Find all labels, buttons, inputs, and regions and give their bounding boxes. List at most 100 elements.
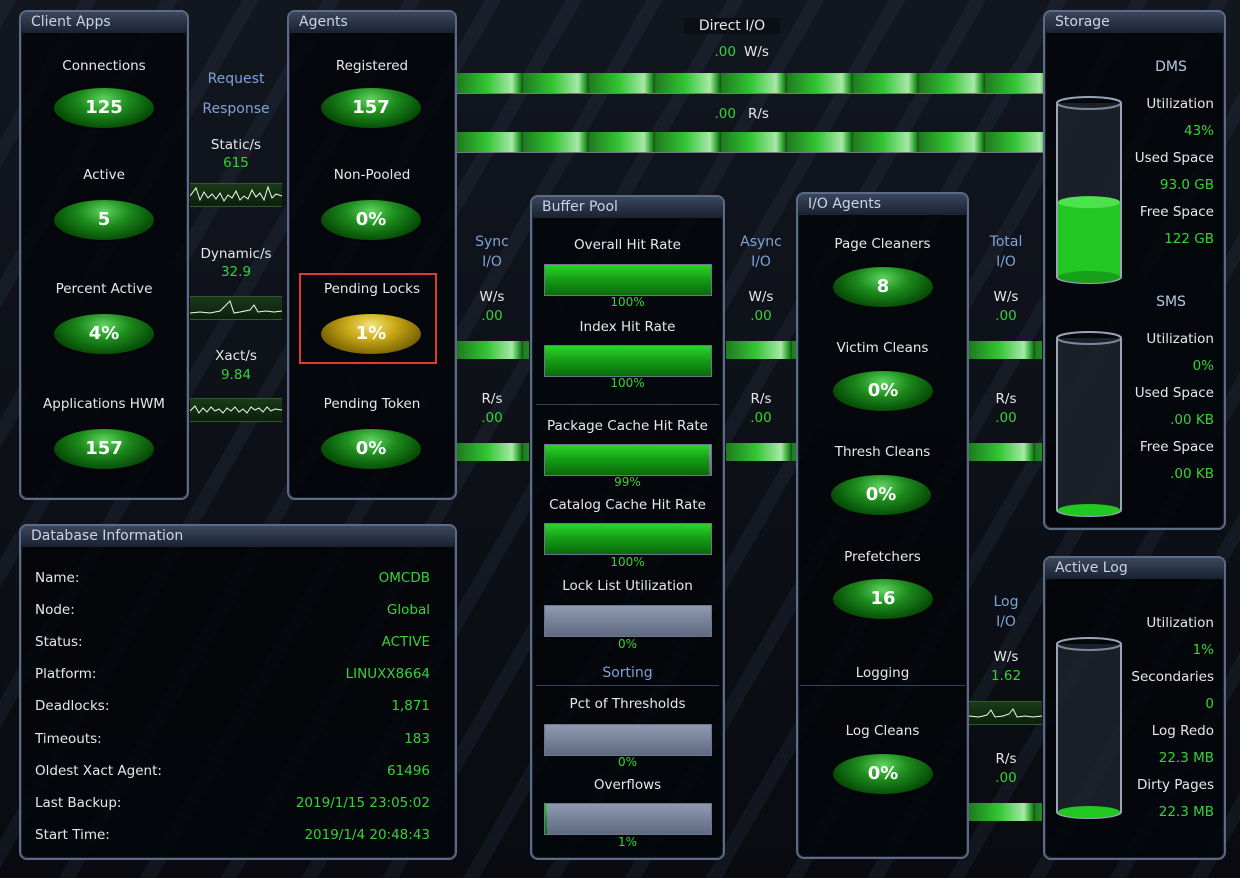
direct-io-write-value: .00: [714, 44, 736, 60]
active-value[interactable]: 5: [54, 200, 154, 240]
sync-io-write-label: W/s: [479, 289, 505, 305]
client-apps-title: Client Apps: [21, 12, 187, 33]
log-io-read-value: .00: [995, 770, 1017, 786]
log-cleans-label: Log Cleans: [845, 723, 920, 739]
percent-active-value[interactable]: 4%: [54, 314, 154, 354]
db-row-value: 1,871: [391, 698, 430, 714]
dms-free-label: Free Space: [1139, 204, 1214, 220]
async-io-read-label: R/s: [750, 391, 772, 407]
static-sparkline: [190, 183, 282, 207]
active-log-util-value: 1%: [1192, 642, 1214, 658]
active-log-title: Active Log: [1045, 558, 1224, 579]
sms-util-value: 0%: [1192, 358, 1214, 374]
total-io-read-pipe: [969, 443, 1042, 461]
victim-cleans-label: Victim Cleans: [836, 340, 929, 356]
direct-io-write-unit: W/s: [744, 44, 769, 60]
direct-io-read-pipe: [457, 132, 1043, 152]
db-row-label: Start Time:: [35, 827, 110, 843]
direct-io-read-line: [457, 152, 1043, 153]
log-io-label1: Log: [993, 594, 1019, 610]
thresh-cleans-value[interactable]: 0%: [831, 475, 931, 515]
dynamic-sparkline: [190, 296, 282, 320]
dms-label: DMS: [1155, 59, 1187, 75]
total-io-write-pipe: [969, 341, 1042, 359]
dirty-pages-label: Dirty Pages: [1137, 777, 1214, 793]
dms-cylinder: [1056, 96, 1122, 284]
dynamic-value: 32.9: [220, 264, 252, 280]
db-info-panel: Database Information Name: OMCDB Node: G…: [19, 524, 457, 860]
buffer-pool-sep2: [536, 685, 719, 686]
overall-hit-bar: [544, 264, 712, 296]
log-redo-label: Log Redo: [1151, 723, 1214, 739]
db-row-label: Timeouts:: [35, 731, 102, 747]
db-row-label: Status:: [35, 634, 83, 650]
nonpooled-label: Non-Pooled: [333, 167, 411, 183]
db-row-value: 2019/1/15 23:05:02: [295, 795, 430, 811]
static-label: Static/s: [210, 137, 262, 153]
db-row-label: Last Backup:: [35, 795, 122, 811]
db-row-label: Name:: [35, 570, 80, 586]
total-io-label2: I/O: [996, 254, 1016, 270]
db-row-value: OMCDB: [378, 570, 430, 586]
sync-io-read-value: .00: [481, 410, 503, 426]
direct-io-write-line: [457, 93, 1043, 94]
index-hit-label: Index Hit Rate: [579, 319, 676, 335]
log-io-sparkline: [969, 701, 1042, 725]
storage-panel: Storage DMS Utilization 43% Used Space 9…: [1043, 10, 1226, 530]
buffer-pool-panel: Buffer Pool Overall Hit Rate 100% Index …: [530, 195, 725, 860]
connections-value[interactable]: 125: [54, 88, 154, 128]
db-row-value: 183: [404, 731, 430, 747]
secondaries-label: Secondaries: [1131, 669, 1214, 685]
active-log-panel: Active Log Utilization 1% Secondaries 0 …: [1043, 556, 1226, 860]
db-row-value: 61496: [387, 763, 430, 779]
hwm-value[interactable]: 157: [54, 429, 154, 469]
sms-used-value: .00 KB: [1170, 412, 1214, 428]
prefetchers-label: Prefetchers: [844, 549, 921, 565]
package-hit-value: 99%: [614, 475, 641, 489]
sync-io-read-pipe: [457, 443, 529, 461]
buffer-pool-title: Buffer Pool: [532, 197, 723, 218]
page-cleaners-value[interactable]: 8: [833, 267, 933, 307]
log-io-read-label: R/s: [995, 751, 1017, 767]
dms-used-label: Used Space: [1134, 150, 1214, 166]
total-io-read-value: .00: [995, 410, 1017, 426]
sms-util-label: Utilization: [1146, 331, 1214, 347]
direct-io-read-unit: R/s: [748, 106, 769, 122]
pct-thresholds-label: Pct of Thresholds: [569, 696, 686, 712]
pending-locks-highlight-box: [299, 273, 437, 364]
registered-value[interactable]: 157: [321, 88, 421, 128]
overall-hit-label: Overall Hit Rate: [574, 237, 681, 253]
dynamic-label: Dynamic/s: [200, 246, 272, 262]
db-row-value: ACTIVE: [381, 634, 430, 650]
victim-cleans-value[interactable]: 0%: [833, 371, 933, 411]
static-value: 615: [223, 155, 249, 171]
page-cleaners-label: Page Cleaners: [834, 236, 931, 252]
storage-title: Storage: [1045, 12, 1224, 33]
log-cleans-value[interactable]: 0%: [833, 754, 933, 794]
overflows-bar: [544, 803, 712, 835]
nonpooled-value[interactable]: 0%: [321, 200, 421, 240]
locklist-label: Lock List Utilization: [562, 578, 693, 594]
pct-thresholds-value: 0%: [617, 755, 638, 769]
io-agents-panel: I/O Agents Page Cleaners 8 Victim Cleans…: [796, 192, 969, 859]
io-agents-title: I/O Agents: [798, 194, 967, 215]
prefetchers-value[interactable]: 16: [833, 579, 933, 619]
overall-hit-value: 100%: [610, 295, 645, 309]
async-io-write-value: .00: [750, 308, 772, 324]
sync-io-label1: Sync: [475, 234, 509, 250]
direct-io-write-pipe: [457, 73, 1043, 93]
total-io-write-label: W/s: [993, 289, 1019, 305]
db-row-label: Node:: [35, 602, 75, 618]
db-row-label: Oldest Xact Agent:: [35, 763, 162, 779]
log-io-write-value: 1.62: [990, 668, 1022, 684]
async-io-label1: Async: [740, 234, 782, 250]
active-label: Active: [83, 167, 125, 183]
io-agents-sep: [800, 685, 965, 686]
xact-label: Xact/s: [215, 348, 257, 364]
client-apps-panel: Client Apps Connections 125 Active 5 Per…: [19, 10, 189, 500]
async-io-write-pipe: [726, 341, 796, 359]
sync-io-write-pipe: [457, 341, 529, 359]
dms-util-value: 43%: [1183, 123, 1214, 139]
registered-label: Registered: [335, 58, 409, 74]
pending-token-value[interactable]: 0%: [321, 429, 421, 469]
